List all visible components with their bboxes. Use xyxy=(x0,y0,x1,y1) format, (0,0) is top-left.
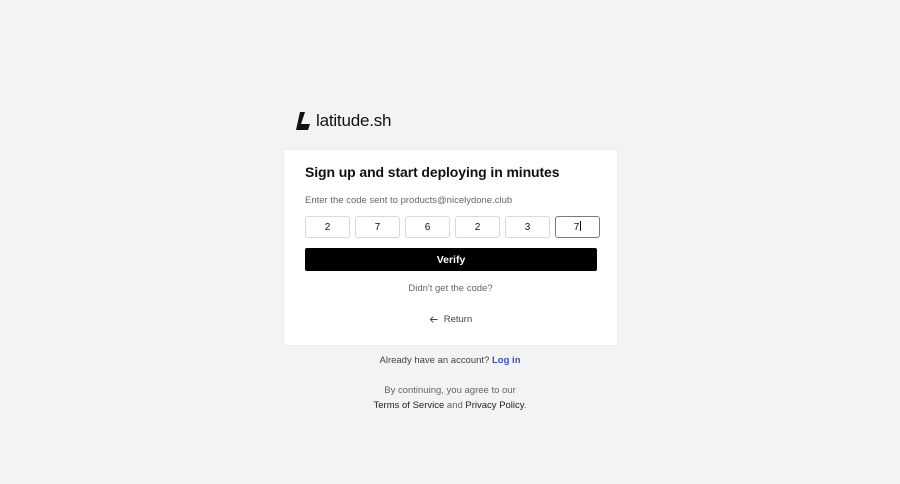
code-instructions: Enter the code sent to products@nicelydo… xyxy=(305,195,513,206)
login-link[interactable]: Log in xyxy=(492,355,521,366)
resend-code-link[interactable]: Didn't get the code? xyxy=(284,283,617,294)
return-label: Return xyxy=(443,314,473,325)
code-digit-4[interactable]: 2 xyxy=(455,216,500,238)
return-button[interactable]: Return xyxy=(284,314,617,325)
and-text: and xyxy=(446,400,463,411)
period-text: . xyxy=(523,400,527,411)
code-digit-5[interactable]: 3 xyxy=(505,216,550,238)
code-digit-6[interactable]: 7 xyxy=(555,216,600,238)
terms-link[interactable]: Terms of Service xyxy=(374,400,445,411)
arrow-left-icon xyxy=(429,316,438,323)
code-digit-3[interactable]: 6 xyxy=(405,216,450,238)
already-text: Already have an account? xyxy=(379,355,490,366)
privacy-link[interactable]: Privacy Policy xyxy=(465,400,523,411)
login-prompt: Already have an account? Log in xyxy=(0,355,900,366)
brand-name: latitude.sh xyxy=(316,111,392,130)
verification-code-inputs: 2 7 6 2 3 7 xyxy=(305,216,600,238)
agree-text: By continuing, you agree to our xyxy=(384,385,516,396)
card-title: Sign up and start deploying in minutes xyxy=(305,164,560,180)
brand-logo: latitude.sh xyxy=(296,112,391,130)
signup-card: Sign up and start deploying in minutes E… xyxy=(283,149,618,346)
latitude-logo-icon xyxy=(296,112,310,130)
verify-button[interactable]: Verify xyxy=(305,248,597,271)
legal-notice: By continuing, you agree to our Terms of… xyxy=(0,383,900,413)
code-digit-1[interactable]: 2 xyxy=(305,216,350,238)
code-digit-2[interactable]: 7 xyxy=(355,216,400,238)
